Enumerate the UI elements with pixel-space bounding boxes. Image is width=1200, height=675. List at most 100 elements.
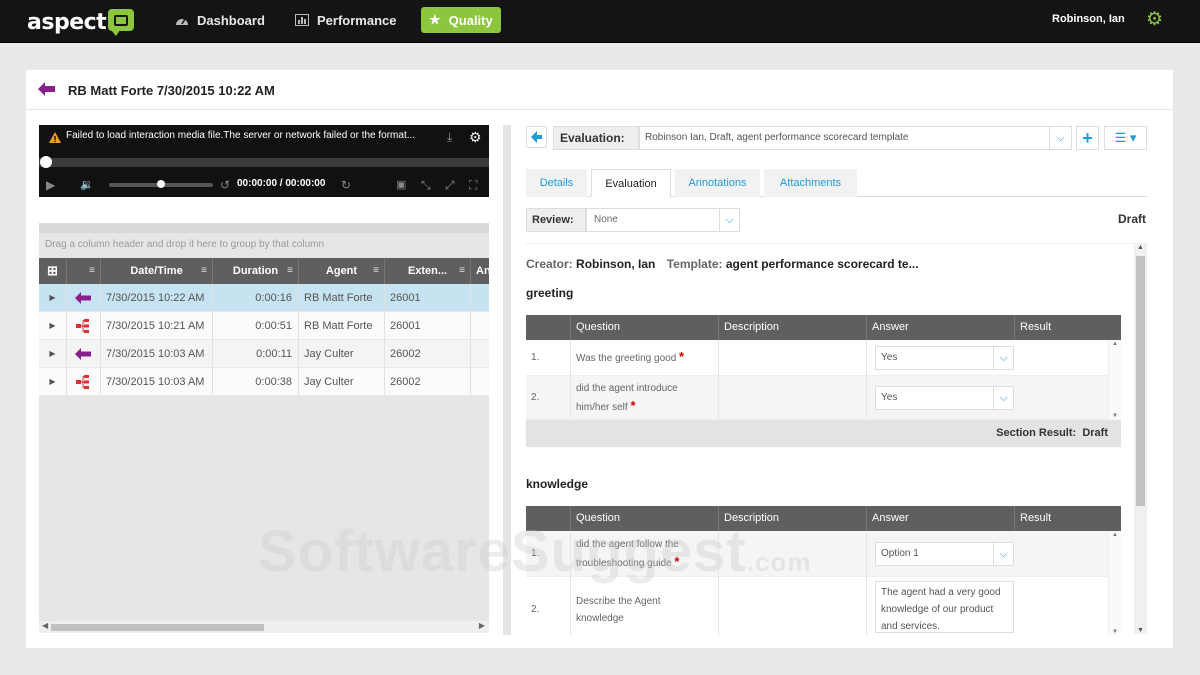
chevron-down-icon[interactable]: ⌵ [993, 543, 1013, 565]
cell-datetime: 7/30/2015 10:03 AM [101, 368, 213, 396]
row-expand-icon[interactable]: ▶ [39, 312, 67, 340]
inbound-arrow-icon [67, 340, 101, 368]
answer-textarea[interactable]: The agent had a very good knowledge of o… [875, 581, 1014, 633]
back-arrow-icon[interactable] [38, 82, 55, 96]
tab-annotations[interactable]: Annotations [675, 169, 760, 197]
header-result: Result [1020, 321, 1052, 333]
column-header-duration[interactable]: Duration ≡ [213, 258, 299, 284]
cell-datetime: 7/30/2015 10:22 AM [101, 284, 213, 312]
chevron-down-icon[interactable]: ⌵ [719, 209, 739, 231]
question-text: did the agent follow the troubleshooting … [571, 531, 719, 576]
type-column-header[interactable]: ≡ [67, 258, 101, 284]
chevron-down-icon[interactable]: ⌵ [1049, 127, 1071, 149]
cell-agent: Jay Culter [299, 368, 385, 396]
user-name[interactable]: Robinson, Ian [1052, 13, 1125, 25]
evaluation-back-button[interactable] [526, 126, 547, 148]
media-error-message: Failed to load interaction media file.Th… [66, 130, 416, 141]
table-row[interactable]: ▶ 7/30/2015 10:03 AM 0:00:38 Jay Culter … [39, 368, 489, 396]
table-row[interactable]: ▶ 7/30/2015 10:03 AM 0:00:11 Jay Culter … [39, 340, 489, 368]
cell-agent: RB Matt Forte [299, 284, 385, 312]
scroll-up-icon[interactable]: ▲ [1137, 244, 1144, 251]
answer-select[interactable]: Option 1 ⌵ [875, 542, 1014, 566]
question-number: 2. [526, 376, 571, 419]
column-header-agent[interactable]: Agent ≡ [299, 258, 385, 284]
table-row[interactable]: ▶ 7/30/2015 10:22 AM 0:00:16 RB Matt For… [39, 284, 489, 312]
fullscreen-icon[interactable]: ⛶ [469, 175, 477, 195]
cell-duration: 0:00:51 [213, 312, 299, 340]
download-icon[interactable]: ⤓ [447, 130, 452, 145]
chevron-down-icon[interactable]: ⌵ [993, 347, 1013, 369]
table-row[interactable]: ▶ 7/30/2015 10:21 AM 0:00:51 RB Matt For… [39, 312, 489, 340]
required-marker: * [679, 349, 685, 364]
column-menu-icon[interactable]: ≡ [373, 258, 379, 284]
volume-icon[interactable]: 🔉 [80, 175, 94, 195]
volume-slider-handle[interactable] [157, 180, 165, 188]
nav-quality[interactable]: ★ Quality [421, 7, 501, 33]
column-menu-icon[interactable]: ≡ [287, 258, 293, 284]
answer-select[interactable]: Yes ⌵ [875, 346, 1014, 370]
playback-scrubber-handle[interactable] [40, 156, 52, 168]
form-vertical-scrollbar[interactable]: ▲ ▼ [1134, 244, 1147, 634]
scrollbar-thumb[interactable] [51, 624, 264, 631]
nav-quality-label: Quality [448, 12, 493, 28]
org-chart-icon [67, 368, 101, 396]
title-row: RB Matt Forte 7/30/2015 10:22 AM [26, 70, 1173, 110]
column-header-an[interactable]: An [471, 258, 491, 284]
pane-splitter[interactable] [503, 125, 511, 635]
settings-gear-icon[interactable]: ⚙ [1146, 10, 1163, 29]
header-question: Question [571, 315, 719, 340]
question-number: 2. [526, 577, 571, 635]
reload-icon[interactable]: ↻ [341, 175, 351, 195]
rewind-icon[interactable]: ↺ [220, 175, 230, 195]
column-header-extension[interactable]: Exten... ≡ [385, 258, 471, 284]
logo-speech-bubble-icon [108, 9, 135, 36]
cell-datetime: 7/30/2015 10:03 AM [101, 340, 213, 368]
row-expand-icon[interactable]: ▶ [39, 368, 67, 396]
aspect-logo[interactable]: aspect [27, 6, 135, 38]
scroll-up-icon[interactable]: ▲ [1112, 341, 1118, 347]
cell-extension: 26002 [385, 340, 471, 368]
grid-horizontal-scrollbar[interactable]: ◀ ▶ [39, 621, 489, 633]
evaluation-status: Draft [1118, 212, 1147, 226]
nav-dashboard[interactable]: Dashboard [175, 7, 265, 33]
answer-select[interactable]: Yes ⌵ [875, 386, 1014, 410]
group-by-hint[interactable]: Drag a column header and drop it here to… [45, 239, 324, 250]
column-header-datetime[interactable]: Date/Time ≡ [101, 258, 213, 284]
scroll-down-icon[interactable]: ▼ [1112, 413, 1118, 419]
save-icon[interactable]: ▣ [396, 175, 406, 195]
question-row: 2. Describe the Agent knowledge The agent… [526, 577, 1108, 635]
question-description [719, 376, 867, 419]
row-expand-icon[interactable]: ▶ [39, 284, 67, 312]
table-vertical-scrollbar[interactable]: ▲ ▼ [1108, 340, 1121, 420]
player-settings-gear-icon[interactable]: ⚙ [469, 129, 482, 146]
row-expand-icon[interactable]: ▶ [39, 340, 67, 368]
scroll-left-icon[interactable]: ◀ [42, 621, 48, 630]
evaluation-menu-button[interactable]: ☰ ▾ [1104, 126, 1147, 150]
shrink-icon[interactable]: ⤡ [421, 175, 431, 195]
scroll-down-icon[interactable]: ▼ [1112, 629, 1118, 635]
scroll-up-icon[interactable]: ▲ [1112, 532, 1118, 538]
tab-attachments[interactable]: Attachments [764, 169, 857, 197]
scrollbar-thumb[interactable] [1136, 256, 1145, 506]
playback-progress-bar[interactable] [39, 158, 489, 167]
column-menu-icon[interactable]: ≡ [89, 258, 95, 284]
expand-all-icon[interactable]: ⊞ [39, 258, 67, 284]
playback-time: 00:00:00 / 00:00:00 [237, 178, 326, 189]
column-menu-icon[interactable]: ≡ [459, 258, 465, 284]
scroll-down-icon[interactable]: ▼ [1137, 627, 1144, 634]
question-text: Describe the Agent knowledge [571, 577, 719, 635]
column-menu-icon[interactable]: ≡ [201, 258, 207, 284]
tab-evaluation[interactable]: Evaluation [591, 169, 671, 197]
table-vertical-scrollbar[interactable]: ▲ ▼ [1108, 531, 1121, 635]
nav-performance[interactable]: Performance [295, 7, 396, 33]
chevron-down-icon[interactable]: ⌵ [993, 387, 1013, 409]
section-title-knowledge: knowledge [526, 477, 589, 491]
tab-details[interactable]: Details [526, 169, 587, 197]
expand-icon[interactable]: ⤢ [445, 175, 455, 195]
scroll-right-icon[interactable]: ▶ [479, 621, 485, 630]
add-evaluation-button[interactable]: + [1076, 126, 1099, 150]
play-icon[interactable]: ▶ [46, 175, 55, 195]
evaluation-select[interactable]: Robinson Ian, Draft, agent performance s… [639, 126, 1072, 150]
page-title: RB Matt Forte 7/30/2015 10:22 AM [68, 83, 275, 98]
review-select[interactable]: None ⌵ [586, 208, 740, 232]
